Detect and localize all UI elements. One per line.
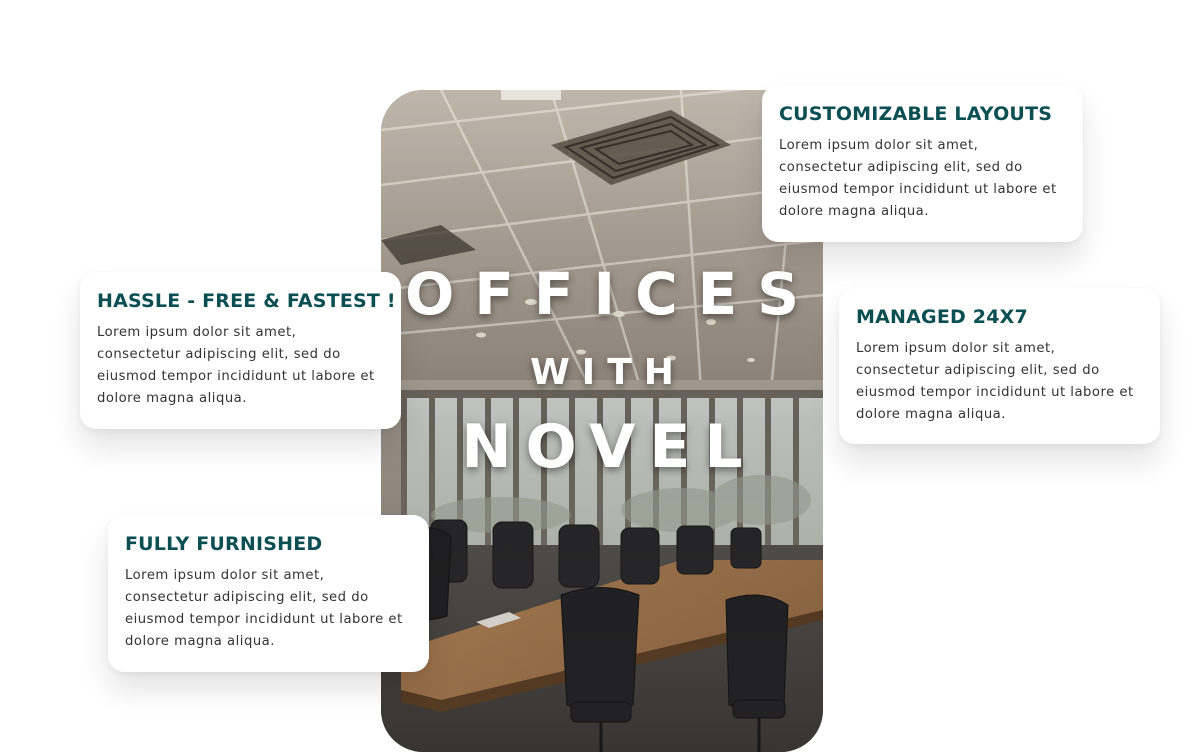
feature-card-fully-furnished: FULLY FURNISHED Lorem ipsum dolor sit am… [108, 515, 429, 672]
feature-card-hassle-free: HASSLE - FREE & FASTEST ! Lorem ipsum do… [80, 272, 401, 429]
feature-card-title: CUSTOMIZABLE LAYOUTS [779, 103, 1053, 125]
hero-title-line-3: NOVEL [461, 412, 757, 482]
feature-card-title: MANAGED 24X7 [856, 306, 1028, 328]
office-hero-image: OFFICES WITH NOVEL [381, 90, 823, 752]
feature-card-description: Lorem ipsum dolor sit amet, consectetur … [779, 138, 1057, 219]
feature-card-description: Lorem ipsum dolor sit amet, consectetur … [97, 325, 375, 406]
feature-card-title: FULLY FURNISHED [125, 533, 323, 555]
feature-card-managed-24x7: MANAGED 24X7 Lorem ipsum dolor sit amet,… [839, 288, 1160, 444]
feature-card-title: HASSLE - FREE & FASTEST ! [97, 290, 396, 312]
feature-card-description: Lorem ipsum dolor sit amet, consectetur … [125, 568, 403, 649]
hero-title-line-2: WITH [530, 352, 686, 393]
feature-card-customizable-layouts: CUSTOMIZABLE LAYOUTS Lorem ipsum dolor s… [762, 85, 1083, 242]
hero-title-line-1: OFFICES [404, 260, 820, 328]
feature-card-description: Lorem ipsum dolor sit amet, consectetur … [856, 341, 1134, 422]
